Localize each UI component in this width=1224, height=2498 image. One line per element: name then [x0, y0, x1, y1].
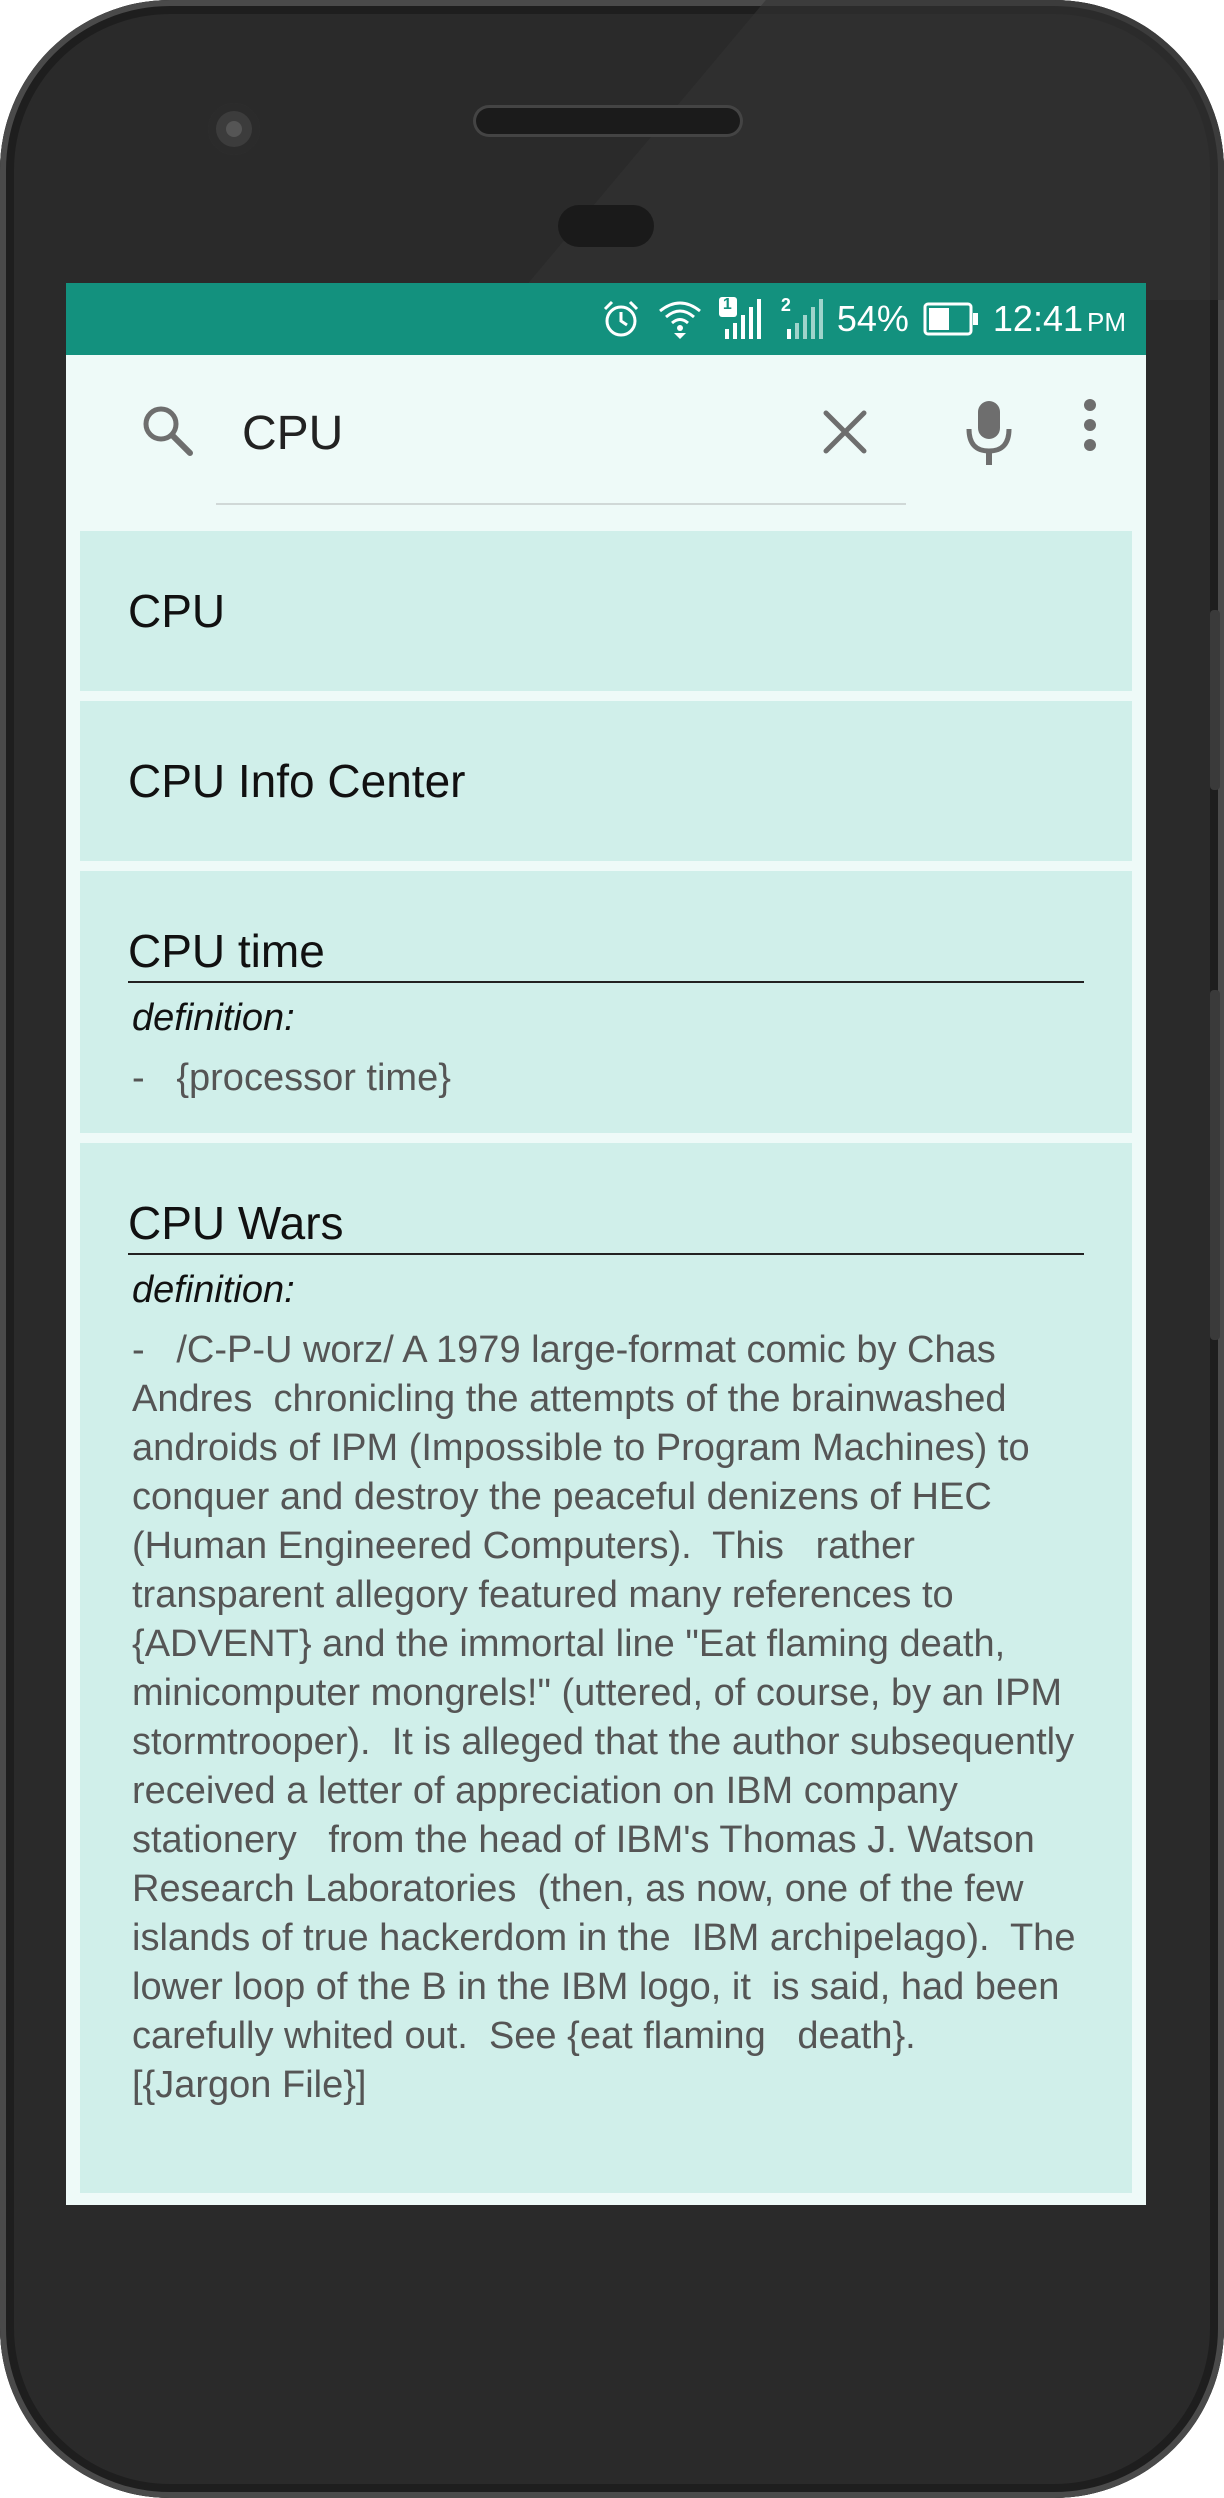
screen: 1 2 54% 12:41 PM CPU CPU CPU Info Center…	[66, 283, 1146, 2205]
battery-percent: 54%	[836, 298, 909, 339]
status-icons: 1 2 54% 12:41 PM	[599, 283, 1126, 355]
definition-text: - {processor time}	[132, 1057, 451, 1099]
result-title: CPU Wars	[128, 1197, 1084, 1255]
search-underline	[216, 503, 906, 505]
alarm-icon	[599, 297, 643, 341]
signal-sim1-icon: 1	[717, 296, 765, 341]
search-input[interactable]	[242, 391, 802, 475]
battery-icon	[923, 301, 979, 337]
search-bar	[66, 355, 1146, 519]
status-time: 12:41 PM	[993, 298, 1126, 340]
signal-sim2-icon: 2	[779, 295, 823, 341]
sim2-badge: 2	[780, 295, 791, 315]
volume-button	[1210, 990, 1220, 1340]
mic-icon[interactable]	[961, 399, 1017, 471]
search-icon[interactable]	[138, 401, 196, 463]
result-title: CPU time	[128, 925, 1084, 983]
definition-text: - /C-P-U worz/ A 1979 large-format comic…	[132, 1329, 1087, 2106]
more-vert-icon[interactable]	[1078, 395, 1102, 459]
time-text: 12:41	[992, 298, 1083, 339]
result-card-cpu-info-center[interactable]: CPU Info Center	[80, 701, 1132, 861]
wifi-icon	[657, 297, 703, 341]
clear-icon[interactable]	[820, 407, 870, 461]
results-list: CPU CPU Info Center CPU time definition:…	[80, 531, 1132, 2203]
definition-label: definition:	[132, 997, 295, 1039]
result-card-cpu-time[interactable]: CPU time definition: - {processor time}	[80, 871, 1132, 1133]
phone-gloss	[514, 0, 1224, 300]
proximity-sensor	[558, 205, 654, 247]
result-title: CPU	[128, 585, 226, 637]
earpiece-speaker	[476, 108, 740, 134]
result-card-cpu-wars[interactable]: CPU Wars definition: - /C-P-U worz/ A 19…	[80, 1143, 1132, 2193]
sim1-badge: 1	[722, 296, 732, 313]
power-button	[1210, 610, 1220, 790]
front-camera	[208, 103, 260, 155]
camera-lens	[226, 121, 242, 137]
result-title: CPU Info Center	[128, 755, 466, 807]
definition-label: definition:	[132, 1269, 295, 1311]
result-card-cpu[interactable]: CPU	[80, 531, 1132, 691]
ampm-text: PM	[1087, 307, 1126, 337]
status-bar: 1 2 54% 12:41 PM	[66, 283, 1146, 355]
